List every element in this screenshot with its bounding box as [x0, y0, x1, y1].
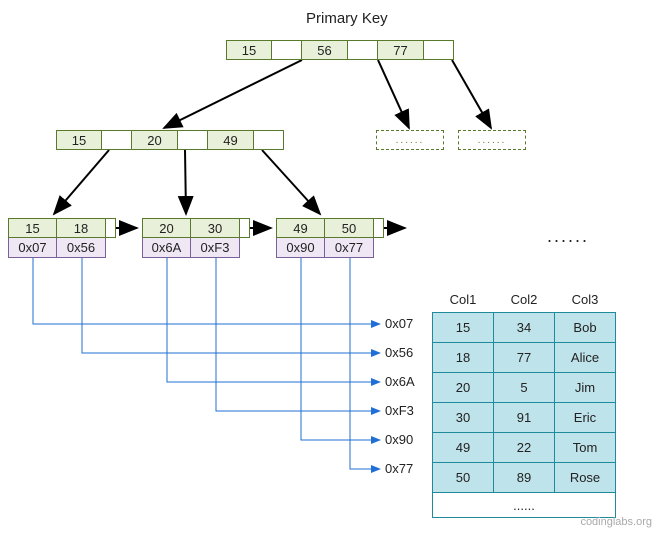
cell: 50: [433, 463, 494, 493]
table-row: 4922Tom: [433, 433, 616, 463]
row-address: 0x77: [385, 461, 413, 476]
leaf-addr: 0x77: [325, 238, 374, 258]
leaf-next-ptr: [374, 218, 384, 238]
internal-key: 20: [132, 130, 178, 150]
table-row: 205Jim: [433, 373, 616, 403]
cell: Eric: [555, 403, 616, 433]
leaf-addr: 0x90: [276, 238, 325, 258]
leaf-key: 49: [276, 218, 325, 238]
ellipsis: ......: [547, 226, 589, 247]
cell: 20: [433, 373, 494, 403]
cell: 30: [433, 403, 494, 433]
cell: 91: [494, 403, 555, 433]
row-address: 0x6A: [385, 374, 415, 389]
row-address: 0x56: [385, 345, 413, 360]
internal-ptr: [178, 130, 208, 150]
root-ptr: [348, 40, 378, 60]
diagram-title: Primary Key: [306, 10, 388, 27]
cell: Rose: [555, 463, 616, 493]
column-header: Col3: [555, 286, 616, 313]
leaf-next-ptr: [106, 218, 116, 238]
table-row: 1877Alice: [433, 343, 616, 373]
leaf-key: 20: [142, 218, 191, 238]
leaf-addr: 0x07: [8, 238, 57, 258]
cell: 89: [494, 463, 555, 493]
root-node: 15 56 77: [226, 40, 454, 60]
cell: 22: [494, 433, 555, 463]
table-row-rest: ......: [433, 493, 616, 518]
column-header: Col2: [494, 286, 555, 313]
cell: 77: [494, 343, 555, 373]
column-header: Col1: [433, 286, 494, 313]
leaf-addr: 0x56: [57, 238, 106, 258]
cell: 15: [433, 313, 494, 343]
cell: 18: [433, 343, 494, 373]
cell: Tom: [555, 433, 616, 463]
internal-node-placeholder: ......: [376, 130, 444, 150]
leaf-node: 15 18 0x07 0x56: [8, 218, 116, 258]
table-row: 3091Eric: [433, 403, 616, 433]
root-key: 77: [378, 40, 424, 60]
table-row: 5089Rose: [433, 463, 616, 493]
root-key: 15: [226, 40, 272, 60]
root-ptr: [272, 40, 302, 60]
internal-key: 15: [56, 130, 102, 150]
leaf-key: 30: [191, 218, 240, 238]
root-key: 56: [302, 40, 348, 60]
leaf-node: 20 30 0x6A 0xF3: [142, 218, 250, 258]
internal-node-placeholder: ......: [458, 130, 526, 150]
cell: 49: [433, 433, 494, 463]
source-label: codinglabs.org: [580, 516, 652, 528]
row-address: 0xF3: [385, 403, 414, 418]
internal-node: 15 20 49: [56, 130, 284, 150]
cell: Bob: [555, 313, 616, 343]
row-address: 0x07: [385, 316, 413, 331]
leaf-node: 49 50 0x90 0x77: [276, 218, 384, 258]
cell: 34: [494, 313, 555, 343]
internal-key: 49: [208, 130, 254, 150]
cell: 5: [494, 373, 555, 403]
internal-ptr: [254, 130, 284, 150]
cell: ......: [433, 493, 616, 518]
internal-ptr: [102, 130, 132, 150]
data-table: Col1 Col2 Col3 1534Bob 1877Alice 205Jim …: [432, 286, 616, 518]
cell: Jim: [555, 373, 616, 403]
leaf-key: 18: [57, 218, 106, 238]
leaf-next-ptr: [240, 218, 250, 238]
leaf-addr: 0xF3: [191, 238, 240, 258]
leaf-key: 50: [325, 218, 374, 238]
root-ptr: [424, 40, 454, 60]
table-row: 1534Bob: [433, 313, 616, 343]
leaf-key: 15: [8, 218, 57, 238]
leaf-addr: 0x6A: [142, 238, 191, 258]
cell: Alice: [555, 343, 616, 373]
row-address: 0x90: [385, 432, 413, 447]
